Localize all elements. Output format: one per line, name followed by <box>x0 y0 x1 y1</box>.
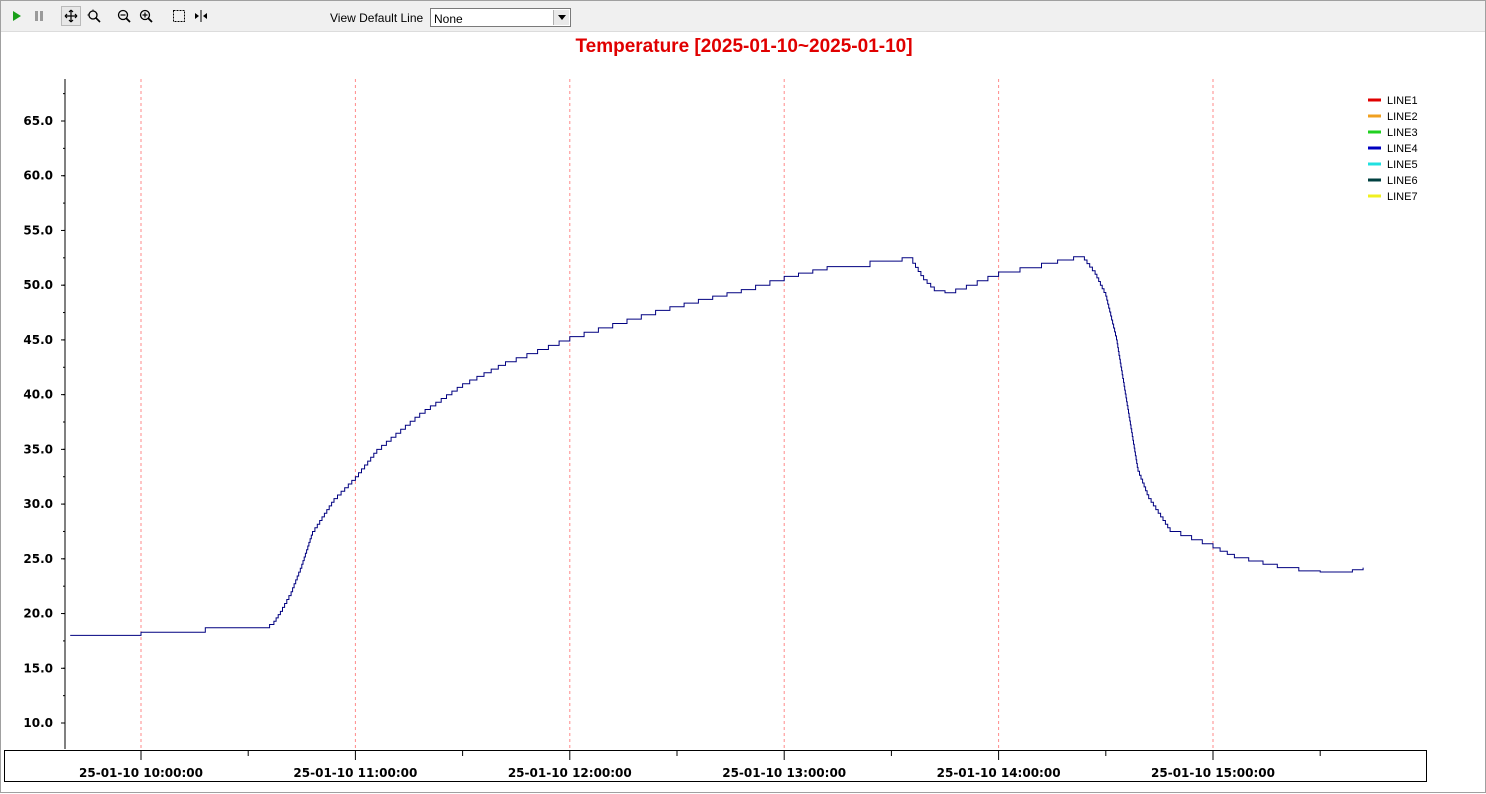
series-layer <box>70 256 1364 636</box>
series-line-line4 <box>70 256 1364 636</box>
grid-layer <box>140 79 1214 749</box>
legend-item: LINE5 <box>1387 159 1418 171</box>
y-tick-label: 35.0 <box>23 442 53 456</box>
chart-window: View Default Line None Temperature [2025… <box>0 0 1486 793</box>
legend-item: LINE7 <box>1387 191 1418 203</box>
y-tick-label: 40.0 <box>23 388 53 402</box>
x-axis-panel <box>4 750 1427 782</box>
legend-item: LINE1 <box>1387 95 1418 107</box>
y-tick-label: 30.0 <box>23 497 53 511</box>
y-tick-label: 15.0 <box>23 661 53 675</box>
y-tick-label: 65.0 <box>23 114 53 128</box>
y-tick-label: 25.0 <box>23 552 53 566</box>
y-tick-label: 60.0 <box>23 169 53 183</box>
y-tick-label: 10.0 <box>23 716 53 730</box>
legend-item: LINE2 <box>1387 111 1418 123</box>
y-tick-label: 50.0 <box>23 278 53 292</box>
legend-item: LINE6 <box>1387 175 1418 187</box>
legend-item: LINE3 <box>1387 127 1418 139</box>
legend: LINE1 LINE2 LINE3 LINE4 LINE5 LINE6 LINE7 <box>1368 95 1418 203</box>
y-tick-label: 45.0 <box>23 333 53 347</box>
axis-layer: 10.0 15.0 20.0 25.0 30.0 35.0 40.0 45.0 50.0 55.0… <box>23 79 66 749</box>
legend-item: LINE4 <box>1387 143 1418 155</box>
temperature-chart[interactable]: 10.0 15.0 20.0 25.0 30.0 35.0 40.0 45.0 50.0 55.0… <box>1 1 1486 794</box>
y-tick-label: 20.0 <box>23 607 53 621</box>
y-tick-label: 55.0 <box>23 223 53 237</box>
